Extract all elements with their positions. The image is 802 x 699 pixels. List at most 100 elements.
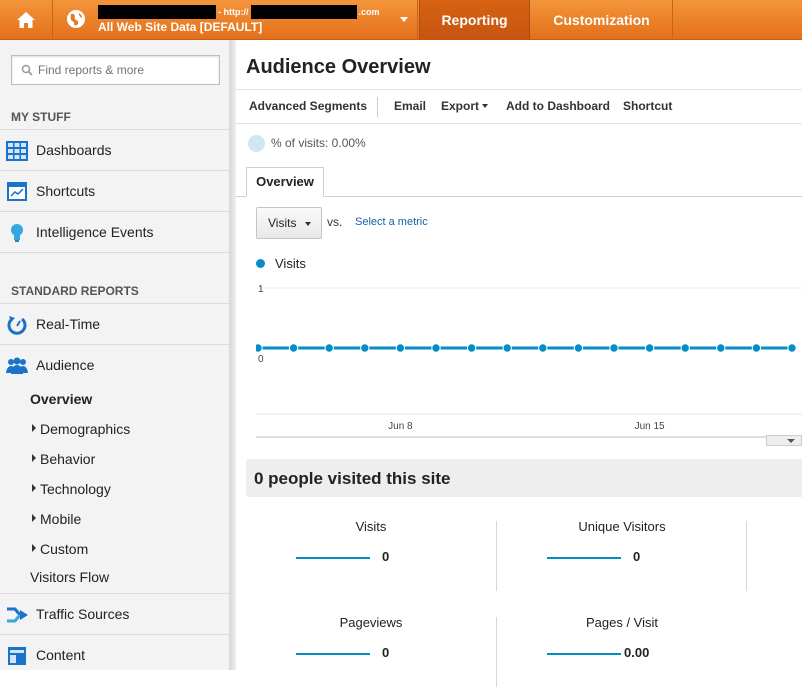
data-point [573, 343, 584, 353]
select-metric-link[interactable]: Select a metric [355, 216, 428, 228]
sidebar-subitem-mobile[interactable]: Mobile [32, 511, 81, 527]
sidebar-item-label: Traffic Sources [36, 606, 130, 622]
shortcut-button[interactable]: Shortcut [623, 99, 672, 113]
metric-select[interactable]: Visits [256, 207, 322, 239]
divider [0, 252, 229, 282]
sidebar-subitem-visitors-flow[interactable]: Visitors Flow [30, 569, 109, 585]
sidebar-subitem-technology[interactable]: Technology [32, 481, 111, 497]
tab-reporting[interactable]: Reporting [419, 0, 530, 40]
data-point [680, 343, 690, 353]
expand-arrow-icon [32, 544, 36, 552]
segment-percent: % of visits: 0.00% [248, 134, 366, 152]
y-tick-label: 0 [258, 354, 264, 365]
vs-label: vs. [327, 215, 343, 229]
kpi-pageviews[interactable]: Pageviews 0 [246, 603, 496, 699]
subitem-label: Demographics [40, 421, 131, 437]
sidebar-item-intelligence-events[interactable]: Intelligence Events [0, 211, 229, 252]
view-name: All Web Site Data [DEFAULT] [98, 20, 263, 34]
kpi-value: 0 [633, 549, 641, 564]
subitem-label: Custom [40, 541, 89, 557]
search-icon [21, 64, 33, 76]
advanced-segments-button[interactable]: Advanced Segments [249, 99, 367, 113]
expand-arrow-icon [32, 424, 36, 432]
sidebar-subitem-demographics[interactable]: Demographics [32, 421, 130, 437]
sidebar: MY STUFF Dashboards Shortcuts Intelligen… [0, 40, 229, 670]
metric-select-value: Visits [268, 216, 297, 230]
sidebar-item-content[interactable]: Content [0, 634, 229, 675]
dashboards-icon [6, 141, 28, 161]
kpi-name: Pages / Visit [585, 615, 659, 630]
kpi-divider [746, 521, 747, 591]
x-tick-label: Jun 8 [388, 421, 413, 432]
redacted-property-url [250, 5, 357, 19]
account-selector[interactable]: - http:// .com All Web Site Data [DEFAUL… [54, 0, 418, 40]
main-content: Audience Overview Advanced Segments Emai… [236, 40, 802, 687]
expand-arrow-icon [32, 484, 36, 492]
visited-text: 0 people visited this site [254, 469, 451, 488]
sidebar-item-real-time[interactable]: Real-Time [0, 303, 229, 344]
kpi-value: 0.00 [624, 645, 650, 660]
sidebar-subitem-overview[interactable]: Overview [30, 391, 92, 407]
home-button[interactable] [0, 0, 53, 40]
tab-customization[interactable]: Customization [531, 0, 673, 40]
sidebar-item-shortcuts[interactable]: Shortcuts [0, 170, 229, 211]
property-url-suffix: .com [358, 7, 380, 17]
sidebar-item-dashboards[interactable]: Dashboards [0, 129, 229, 170]
sidebar-item-label: Audience [36, 357, 95, 373]
visits-line-chart[interactable]: 1 0 Jun 8 Jun 15 [256, 280, 802, 440]
data-point [431, 343, 441, 353]
kpi-sparkline [547, 557, 621, 559]
chart-legend: Visits [256, 256, 306, 271]
kpi-value: 0 [382, 549, 390, 564]
export-button[interactable]: Export [441, 99, 489, 113]
property-url-prefix: - http:// [218, 7, 249, 17]
kpi-sparkline [547, 653, 621, 655]
sidebar-subitem-behavior[interactable]: Behavior [32, 451, 95, 467]
toolbar-divider [377, 97, 378, 117]
chart-options-button[interactable] [766, 435, 802, 446]
subitem-label: Behavior [40, 451, 96, 467]
sidebar-item-label: Real-Time [36, 316, 101, 332]
sidebar-item-traffic-sources[interactable]: Traffic Sources [0, 593, 229, 634]
data-point [360, 343, 370, 353]
search-box[interactable] [11, 55, 220, 85]
page-title: Audience Overview [246, 56, 431, 78]
shortcuts-icon [7, 182, 27, 201]
legend-dot [256, 259, 265, 268]
data-point [787, 343, 797, 353]
data-point [751, 343, 762, 353]
kpi-unique-visitors[interactable]: Unique Visitors 0 [497, 507, 747, 603]
kpi-pages-per-visit[interactable]: Pages / Visit 0.00 [497, 603, 747, 699]
sidebar-subitem-custom[interactable]: Custom [32, 541, 88, 557]
subitem-label: Mobile [40, 511, 82, 527]
data-point [644, 343, 655, 353]
y-tick-label: 1 [258, 284, 264, 295]
percent-of-visits: % of visits: 0.00% [271, 136, 366, 150]
globe-icon [67, 10, 85, 28]
sidebar-item-label: Intelligence Events [36, 224, 154, 240]
add-to-dashboard-button[interactable]: Add to Dashboard [506, 99, 610, 113]
kpi-value: 0 [382, 645, 390, 660]
home-icon [17, 12, 35, 28]
kpi-visits[interactable]: Visits 0 [246, 507, 496, 603]
real-time-icon [7, 316, 27, 335]
data-point [288, 343, 299, 353]
data-point [609, 343, 619, 353]
audience-icon [6, 357, 28, 374]
kpi-name: Unique Visitors [578, 519, 666, 534]
sidebar-divider [229, 40, 236, 670]
kpi-name: Pageviews [339, 615, 403, 630]
redacted-account-name [98, 5, 216, 19]
data-point [324, 343, 334, 353]
kpi-sparkline [296, 653, 370, 655]
sidebar-item-label: Shortcuts [36, 183, 96, 199]
chevron-down-icon [482, 104, 489, 108]
data-point [256, 343, 263, 353]
top-navigation-bar: - http:// .com All Web Site Data [DEFAUL… [0, 0, 802, 40]
traffic-sources-icon [7, 607, 28, 623]
tab-overview[interactable]: Overview [246, 167, 324, 197]
subitem-label: Technology [40, 481, 111, 497]
search-input[interactable] [38, 62, 213, 78]
email-button[interactable]: Email [394, 99, 426, 113]
chevron-down-icon [400, 17, 408, 22]
